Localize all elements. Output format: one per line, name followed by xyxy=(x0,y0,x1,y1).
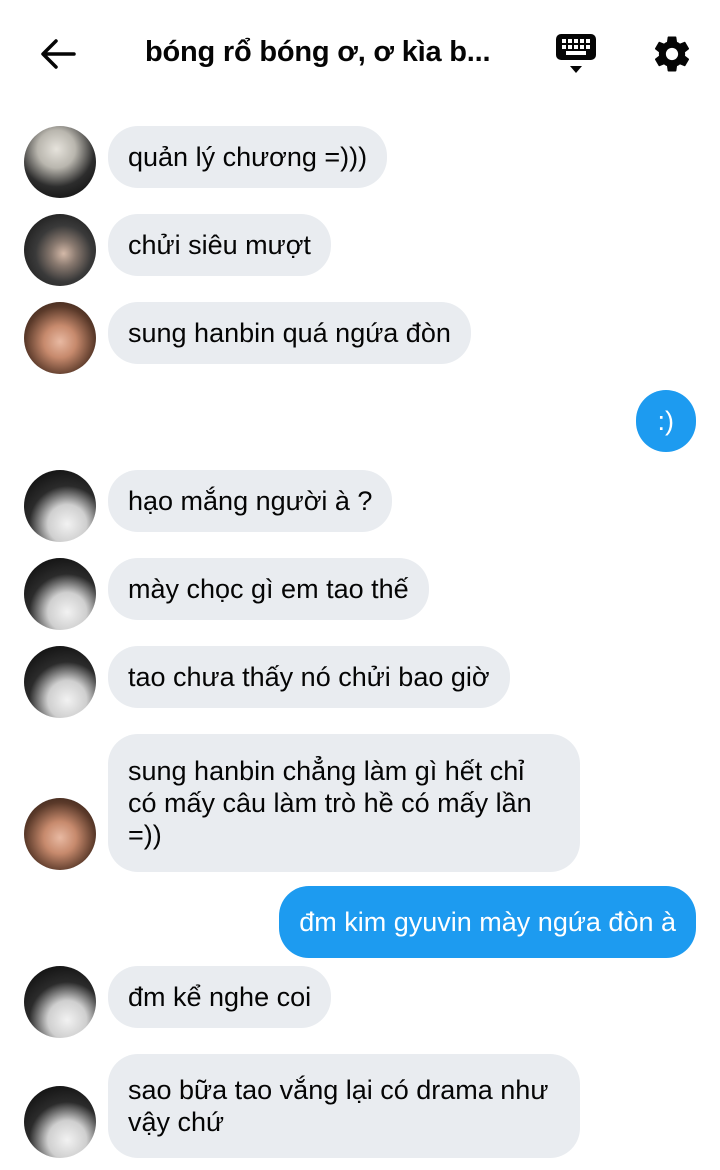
message-bubble[interactable]: sung hanbin chẳng làm gì hết chỉ có mấy … xyxy=(108,734,580,872)
message-row: hạo mắng người à ? xyxy=(0,470,720,542)
avatar[interactable] xyxy=(24,966,96,1038)
message-bubble[interactable]: đm kể nghe coi xyxy=(108,966,332,1028)
avatar[interactable] xyxy=(24,470,96,542)
message-row: sao bữa tao vắng lại có drama như vậy ch… xyxy=(0,1054,720,1158)
message-row: chửi siêu mượt xyxy=(0,214,720,286)
avatar[interactable] xyxy=(24,646,96,718)
arrow-left-icon xyxy=(41,39,76,69)
avatar[interactable] xyxy=(24,214,96,286)
message-bubble[interactable]: tao chưa thấy nó chửi bao giờ xyxy=(108,646,510,708)
message-bubble[interactable]: sung hanbin quá ngứa đòn xyxy=(108,302,471,364)
message-row: sung hanbin chẳng làm gì hết chỉ có mấy … xyxy=(0,734,720,872)
avatar[interactable] xyxy=(24,302,96,374)
message-row: tao chưa thấy nó chửi bao giờ xyxy=(0,646,720,718)
message-bubble-outgoing[interactable]: :) xyxy=(635,390,696,452)
keyboard-button[interactable] xyxy=(550,28,602,80)
message-row: :) xyxy=(0,390,720,462)
message-row: quản lý chương =))) xyxy=(0,126,720,198)
chat-header: bóng rổ bóng ơ, ơ kìa b... xyxy=(0,0,720,110)
conversation-title[interactable]: bóng rổ bóng ơ, ơ kìa b... xyxy=(145,36,525,69)
message-bubble-outgoing[interactable]: đm kim gyuvin mày ngứa đòn à xyxy=(279,886,696,958)
settings-button[interactable] xyxy=(646,28,698,80)
message-row: đm kim gyuvin mày ngứa đòn à xyxy=(0,886,720,958)
message-row: sung hanbin quá ngứa đòn xyxy=(0,302,720,374)
keyboard-icon xyxy=(556,34,596,73)
avatar[interactable] xyxy=(24,1086,96,1158)
message-bubble[interactable]: mày chọc gì em tao thế xyxy=(108,558,429,620)
message-bubble[interactable]: hạo mắng người à ? xyxy=(108,470,393,532)
avatar[interactable] xyxy=(24,126,96,198)
gear-icon xyxy=(654,36,690,72)
message-row: mày chọc gì em tao thế xyxy=(0,558,720,630)
message-bubble[interactable]: sao bữa tao vắng lại có drama như vậy ch… xyxy=(108,1054,580,1158)
avatar[interactable] xyxy=(24,798,96,870)
avatar[interactable] xyxy=(24,558,96,630)
message-bubble[interactable]: chửi siêu mượt xyxy=(108,214,331,276)
back-button[interactable] xyxy=(34,30,82,78)
message-bubble[interactable]: quản lý chương =))) xyxy=(108,126,388,188)
message-row: đm kể nghe coi xyxy=(0,966,720,1038)
